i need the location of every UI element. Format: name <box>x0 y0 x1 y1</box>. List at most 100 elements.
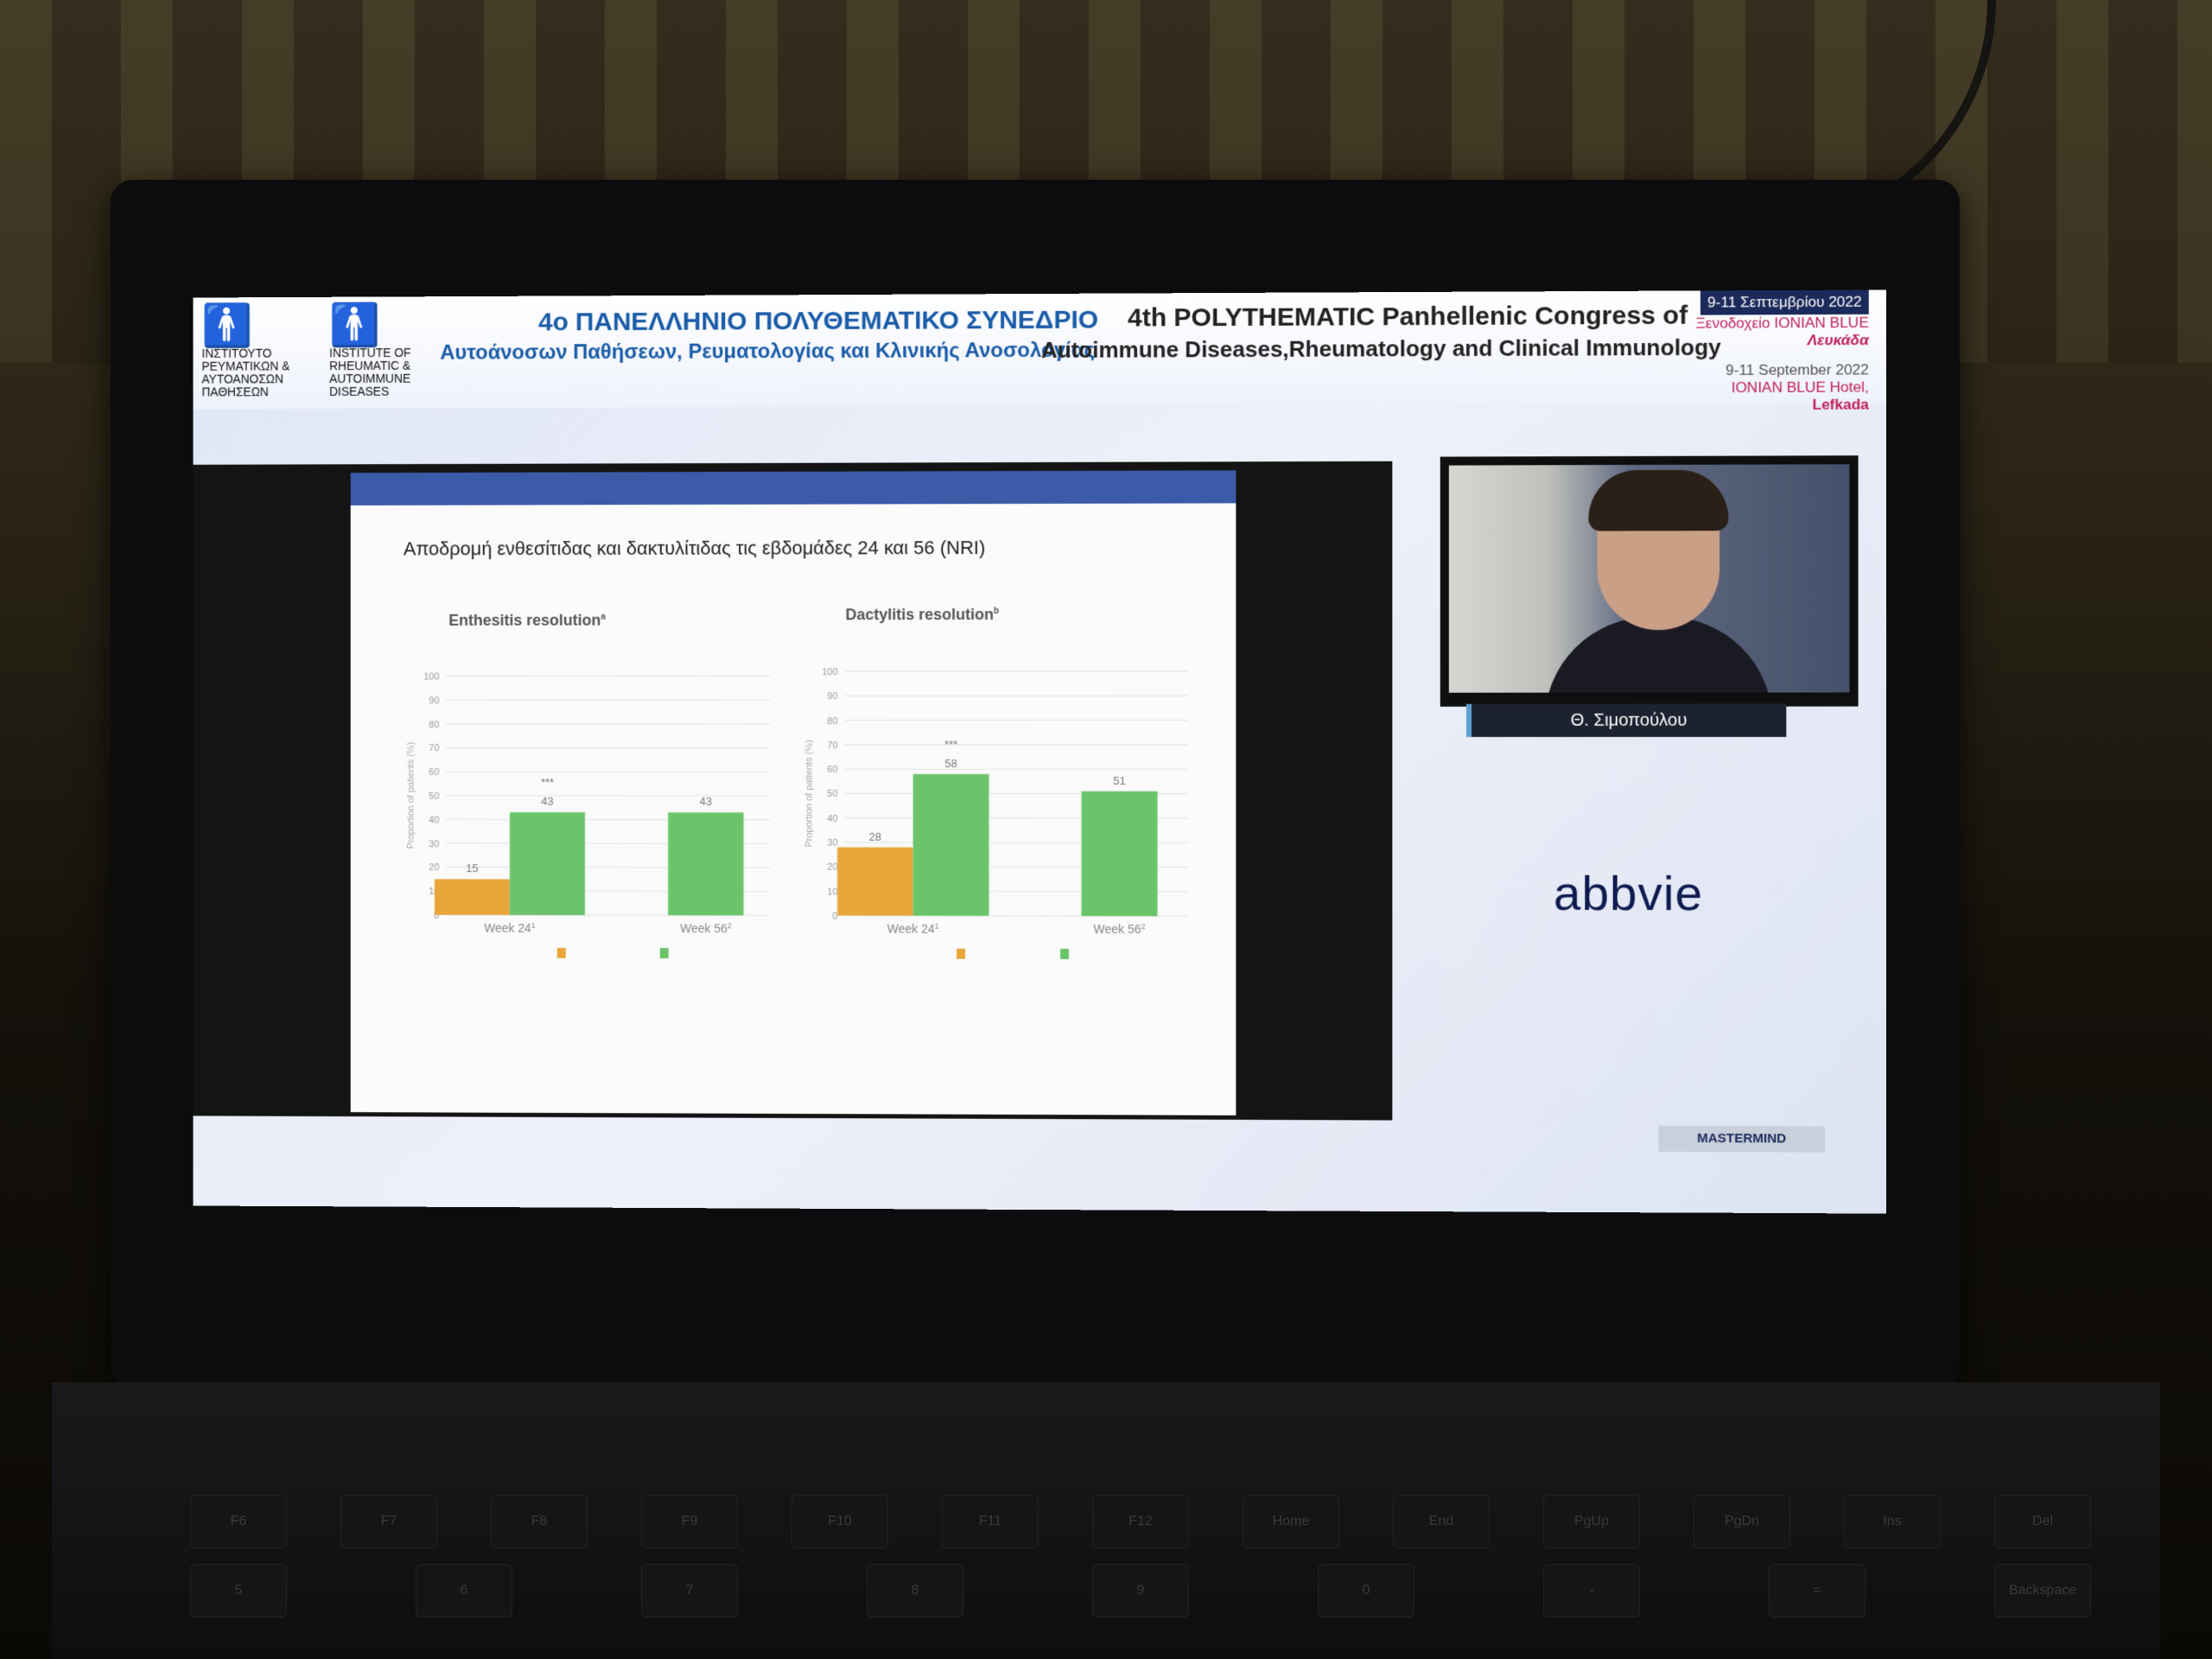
date-en: 9-11 September 2022 <box>1726 361 1869 378</box>
footnote-left <box>428 1057 787 1058</box>
congress-banner: 🚹 ΙΝΣΤΙΤΟΥΤΟ ΡΕΥΜΑΤΙΚΩΝ & ΑΥΤΟΑΝΟΣΩΝ ΠΑΘ… <box>193 289 1887 413</box>
laptop-keyboard: F6 F7 F8 F9 F10 F11 F12 Home End PgUp PgDn Ins Del 5… <box>52 1382 2160 1659</box>
x-tick-superscript: 2 <box>1141 922 1146 931</box>
y-tick-label: 30 <box>827 838 837 849</box>
keyboard-key[interactable]: F10 <box>791 1495 888 1548</box>
bar <box>912 773 989 916</box>
bar-value-label: 28 <box>869 830 881 843</box>
congress-title-gr: 4ο ΠΑΝΕΛΛΗΝΙΟ ΠΟΛΥΘΕΜΑΤΙΚΟ ΣΥΝΕΔΡΙΟ <box>538 305 1099 337</box>
sponsor-logo: abbvie <box>1553 865 1703 921</box>
y-tick-label: 60 <box>429 767 439 778</box>
keyboard-key[interactable]: PgDn <box>1694 1495 1790 1548</box>
keyboard-key[interactable]: 0 <box>1318 1564 1414 1618</box>
keyboard-key[interactable]: F12 <box>1092 1495 1189 1548</box>
keyboard-key[interactable]: - <box>1543 1564 1640 1618</box>
keyboard-key[interactable]: PgUp <box>1543 1495 1640 1548</box>
significance-annotation: *** <box>541 776 554 789</box>
speaker-video-feed <box>1448 464 1850 693</box>
keyboard-key[interactable]: 7 <box>641 1564 738 1618</box>
y-tick-label: 20 <box>827 862 837 873</box>
slide-title: Αποδρομή ενθεσίτιδας και δακτυλίτιδας τι… <box>403 537 986 560</box>
y-tick-label: 90 <box>827 691 837 702</box>
y-tick-label: 100 <box>822 667 837 677</box>
y-tick-label: 50 <box>827 789 837 799</box>
event-info: 9-11 Σεπτεμβρίου 2022 Ξενοδοχείο IONIAN … <box>1676 289 1869 415</box>
mastermind-logo: MASTERMIND <box>1658 1125 1825 1153</box>
y-tick-label: 90 <box>429 696 439 706</box>
chart-title-dactylitis-sup: b <box>994 607 1000 617</box>
chart-title-enthesitis-sup: a <box>601 612 606 622</box>
x-tick-label: Week 562 <box>680 921 732 935</box>
hotel-gr: Ξενοδοχείο IONIAN BLUE <box>1695 314 1869 332</box>
x-tick-label: Week 562 <box>1094 922 1146 936</box>
logo-en-text: INSTITUTE OF RHEUMATIC & AUTOIMMUNE DISE… <box>329 345 411 398</box>
keyboard-key[interactable]: Ins <box>1844 1495 1941 1548</box>
chart-title-dactylitis: Dactylitis resolutionb <box>845 606 999 624</box>
congress-subtitle-gr: Αυτοάνοσων Παθήσεων, Ρευματολογίας και Κ… <box>440 338 1095 365</box>
y-tick-label: 100 <box>423 672 439 683</box>
slide-frame: Αποδρομή ενθεσίτιδας και δακτυλίτιδας τι… <box>193 461 1393 1121</box>
keyboard-key[interactable]: F11 <box>942 1495 1039 1548</box>
keyboard-key[interactable]: 6 <box>416 1564 512 1618</box>
keyboard-key[interactable]: F9 <box>641 1495 738 1548</box>
number-key-row: 5 6 7 8 9 0 - = Backspace <box>190 1564 2091 1618</box>
bar-value-label: 15 <box>466 862 478 875</box>
chart-title-enthesitis: Enthesitis resolutiona <box>448 612 606 630</box>
legend-swatch <box>556 947 566 958</box>
y-tick-label: 10 <box>827 887 837 897</box>
significance-annotation: *** <box>944 738 957 751</box>
bar <box>509 812 586 916</box>
keyboard-key[interactable]: Home <box>1243 1495 1339 1548</box>
x-tick-label: Week 241 <box>484 921 535 935</box>
congress-title-en: 4th POLYTHEMATIC Panhellenic Congress of <box>1128 301 1688 333</box>
bar <box>668 812 744 916</box>
speaker-name-plate: Θ. Σιμοπούλου <box>1466 703 1787 737</box>
bar-value-label: 51 <box>1113 774 1125 787</box>
keyboard-key[interactable]: 5 <box>190 1564 287 1618</box>
y-tick-label: 80 <box>827 716 837 727</box>
speaker-video <box>1440 455 1859 707</box>
speaker-hair <box>1588 469 1729 531</box>
bar-value-label: 43 <box>700 795 712 808</box>
keyboard-key[interactable]: F8 <box>491 1495 588 1548</box>
bar-value-label: 58 <box>944 757 957 770</box>
keyboard-key[interactable]: Del <box>1994 1495 2091 1548</box>
keyboard-key[interactable]: = <box>1769 1564 1866 1618</box>
y-tick-label: 40 <box>429 815 439 825</box>
y-tick-label: 70 <box>827 741 837 751</box>
y-tick-label: 80 <box>429 720 439 730</box>
slide-header-bar <box>350 470 1236 505</box>
legend-swatch <box>957 949 966 960</box>
y-tick-label: 20 <box>429 863 439 874</box>
enthesitis-bar-chart: 0102030405060708090100Proportion of pati… <box>406 672 779 959</box>
keyboard-key[interactable]: 8 <box>867 1564 963 1618</box>
location-en: Lefkada <box>1812 396 1869 413</box>
person-figure-icon: 🚹 <box>329 302 381 349</box>
bar <box>1081 791 1158 917</box>
keyboard-key[interactable]: F6 <box>190 1495 287 1548</box>
bar <box>434 879 510 915</box>
logo-gr-text: ΙΝΣΤΙΤΟΥΤΟ ΡΕΥΜΑΤΙΚΩΝ & ΑΥΤΟΑΝΟΣΩΝ ΠΑΘΗΣ… <box>201 346 290 399</box>
y-tick-label: 70 <box>429 743 439 753</box>
y-tick-label: 40 <box>827 814 837 824</box>
function-key-row: F6 F7 F8 F9 F10 F11 F12 Home End PgUp PgDn Ins Del <box>190 1495 2091 1548</box>
keyboard-key[interactable]: F7 <box>340 1495 437 1548</box>
y-tick-label: 0 <box>832 912 837 922</box>
keyboard-key[interactable]: End <box>1393 1495 1490 1548</box>
keyboard-key[interactable]: 9 <box>1092 1564 1189 1618</box>
location-gr: Λευκάδα <box>1807 331 1869 349</box>
dactylitis-bar-chart: 0 10 20 30 40 50 60 70 80 90 100 Proportion of pati… <box>804 667 1198 960</box>
legend-swatch <box>659 948 669 959</box>
keyboard-key[interactable]: Backspace <box>1994 1564 2091 1618</box>
y-tick-label: 50 <box>429 791 439 802</box>
bar <box>837 847 913 916</box>
laptop-screen: 🚹 ΙΝΣΤΙΤΟΥΤΟ ΡΕΥΜΑΤΙΚΩΝ & ΑΥΤΟΑΝΟΣΩΝ ΠΑΘ… <box>193 289 1887 1214</box>
y-tick-label: 60 <box>827 765 837 775</box>
person-figure-icon: 🚹 <box>201 303 253 349</box>
x-tick-superscript: 1 <box>935 922 939 931</box>
institute-logo-en: 🚹 INSTITUTE OF RHEUMATIC & AUTOIMMUNE DI… <box>329 302 448 400</box>
bar-value-label: 43 <box>541 795 553 808</box>
x-tick-superscript: 1 <box>531 921 536 930</box>
date-gr: 9-11 Σεπτεμβρίου 2022 <box>1700 289 1869 315</box>
presentation-slide: Αποδρομή ενθεσίτιδας και δακτυλίτιδας τι… <box>350 470 1236 1116</box>
